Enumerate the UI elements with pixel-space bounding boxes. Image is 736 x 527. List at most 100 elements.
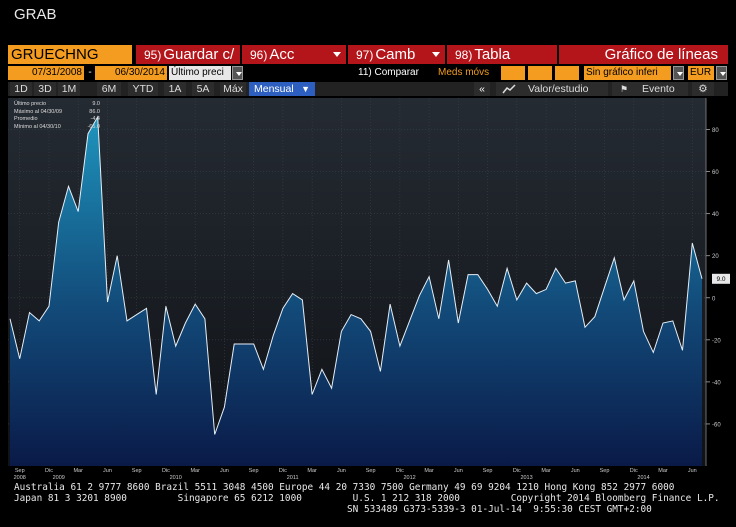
legend-row-min: Mínimo al 04/30/10 -65.0 (14, 124, 100, 132)
x-year-label: 2011 (287, 475, 299, 480)
table-button-label: Tabla (474, 46, 511, 63)
x-tick-label: Jun (571, 468, 580, 474)
footer-line-3: SN 533489 G373-5339-3 01-Jul-14 9:55:30 … (14, 504, 652, 515)
save-button-label: Guardar c/ (163, 46, 235, 63)
x-tick-label: Jun (220, 468, 229, 474)
period-1d-button[interactable]: 1D (10, 82, 32, 96)
x-tick-label: Dic (45, 468, 53, 474)
legend-row-avg: Promedio -4.4 (14, 116, 100, 124)
table-button[interactable]: 98) Tabla (447, 45, 557, 64)
period-max-button[interactable]: Máx (220, 82, 246, 96)
legend-max-value: 86.0 (89, 108, 100, 115)
start-date-field[interactable]: 07/31/2008 (8, 66, 84, 80)
legend-min-label: Mínimo al 04/30/10 (14, 123, 61, 130)
event-button[interactable]: ⚑ Evento (612, 82, 688, 96)
actions-button[interactable]: 96) Acc (242, 45, 346, 64)
price-chart[interactable]: 80 60 40 20 0 -20 -40 -60 Sep Dic Mar Jun Sep Dic Mar… (0, 98, 736, 480)
chart-type-title: Gráfico de líneas (559, 45, 728, 64)
x-tick-label: Jun (454, 468, 463, 474)
legend-last-value: 9.0 (92, 101, 100, 107)
triangle-down-icon: ▼ (301, 84, 310, 94)
gear-icon[interactable]: ⚙ (692, 82, 714, 96)
legend-min-value: -65.0 (87, 123, 100, 130)
x-tick-label: Dic (279, 468, 287, 474)
y-tick-label: 80 (712, 128, 719, 134)
save-button[interactable]: 95) Guardar c/ (136, 45, 240, 64)
x-tick-label: Mar (658, 468, 668, 474)
x-tick-label: Sep (249, 468, 259, 474)
moving-avg-field-3[interactable] (555, 66, 579, 80)
compare-button[interactable]: 11) Comparar (358, 66, 428, 80)
x-tick-label: Dic (162, 468, 170, 474)
moving-avg-button[interactable]: Meds móvs (438, 66, 498, 80)
currency-dropdown[interactable] (716, 66, 727, 80)
footer-contacts: Australia 61 2 9777 8600 Brazil 5511 304… (14, 482, 720, 515)
legend-max-label: Máximo al 04/30/09 (14, 108, 62, 115)
y-tick-label: -20 (712, 338, 721, 344)
x-tick-label: Mar (190, 468, 200, 474)
value-study-button[interactable]: Valor/estudio (496, 82, 608, 96)
price-field-select[interactable]: Último preci (169, 66, 231, 80)
table-button-number: 98) (455, 48, 473, 62)
x-tick-label: Sep (483, 468, 493, 474)
x-tick-label: Dic (513, 468, 521, 474)
legend-avg-value: -4.4 (90, 116, 100, 122)
x-tick-label: Mar (541, 468, 551, 474)
actions-button-label: Acc (269, 46, 295, 63)
lower-chart-dropdown[interactable] (673, 66, 684, 80)
legend-avg-label: Promedio (14, 116, 38, 122)
chart-legend: Último precio 9.0 Máximo al 04/30/09 86.0 … (14, 101, 100, 131)
legend-last-label: Último precio (14, 101, 47, 107)
change-button[interactable]: 97) Camb (348, 45, 445, 64)
x-tick-label: Mar (73, 468, 83, 474)
legend-row-last: Último precio 9.0 (14, 101, 100, 109)
chevron-down-icon (333, 52, 341, 57)
footer-line-1: Australia 61 2 9777 8600 Brazil 5511 304… (14, 482, 675, 493)
x-year-label: 2013 (520, 475, 532, 480)
moving-avg-field-2[interactable] (528, 66, 552, 80)
x-year-label: 2008 (14, 475, 26, 480)
x-tick-label: Jun (337, 468, 346, 474)
x-tick-label: Dic (630, 468, 638, 474)
event-label: Evento (642, 83, 675, 95)
x-year-label: 2010 (170, 475, 182, 480)
x-tick-label: Mar (307, 468, 317, 474)
price-field-dropdown[interactable] (232, 66, 243, 80)
ticker-field[interactable]: GRUECHNG Index (8, 45, 132, 82)
change-button-label: Camb (375, 46, 416, 63)
date-separator: - (88, 67, 92, 78)
x-tick-label: Sep (15, 468, 25, 474)
line-chart-icon (502, 84, 516, 94)
collapse-left-icon[interactable]: « (474, 82, 490, 96)
x-tick-label: Sep (366, 468, 376, 474)
y-tick-label: 60 (712, 170, 719, 176)
x-tick-label: Jun (688, 468, 697, 474)
save-button-number: 95) (144, 48, 162, 62)
x-tick-label: Jun (103, 468, 112, 474)
legend-row-max: Máximo al 04/30/09 86.0 (14, 109, 100, 117)
y-tick-label: -40 (712, 380, 721, 386)
period-3d-button[interactable]: 3D (34, 82, 56, 96)
flag-icon: ⚑ (620, 84, 629, 94)
period-1m-button[interactable]: 1M (58, 82, 80, 96)
y-tick-label: 0 (712, 296, 716, 302)
x-tick-label: Sep (132, 468, 142, 474)
period-ytd-button[interactable]: YTD (128, 82, 158, 96)
chevron-down-icon (432, 52, 440, 57)
currency-select[interactable]: EUR (688, 66, 714, 80)
lower-chart-select[interactable]: Sin gráfico inferi (584, 66, 671, 80)
footer-line-2: Japan 81 3 3201 8900 Singapore 65 6212 1… (14, 493, 720, 504)
end-date-field[interactable]: 06/30/2014 (95, 66, 167, 80)
change-button-number: 97) (356, 48, 374, 62)
y-tick-label: -60 (712, 422, 721, 428)
moving-avg-field-1[interactable] (501, 66, 525, 80)
frequency-label: Mensual (254, 83, 294, 95)
x-tick-label: Sep (600, 468, 610, 474)
period-1a-button[interactable]: 1A (164, 82, 186, 96)
actions-button-number: 96) (250, 48, 268, 62)
period-6m-button[interactable]: 6M (97, 82, 121, 96)
x-year-label: 2014 (637, 475, 649, 480)
period-5a-button[interactable]: 5A (192, 82, 214, 96)
frequency-select[interactable]: Mensual ▼ (249, 82, 315, 96)
x-tick-label: Mar (424, 468, 434, 474)
